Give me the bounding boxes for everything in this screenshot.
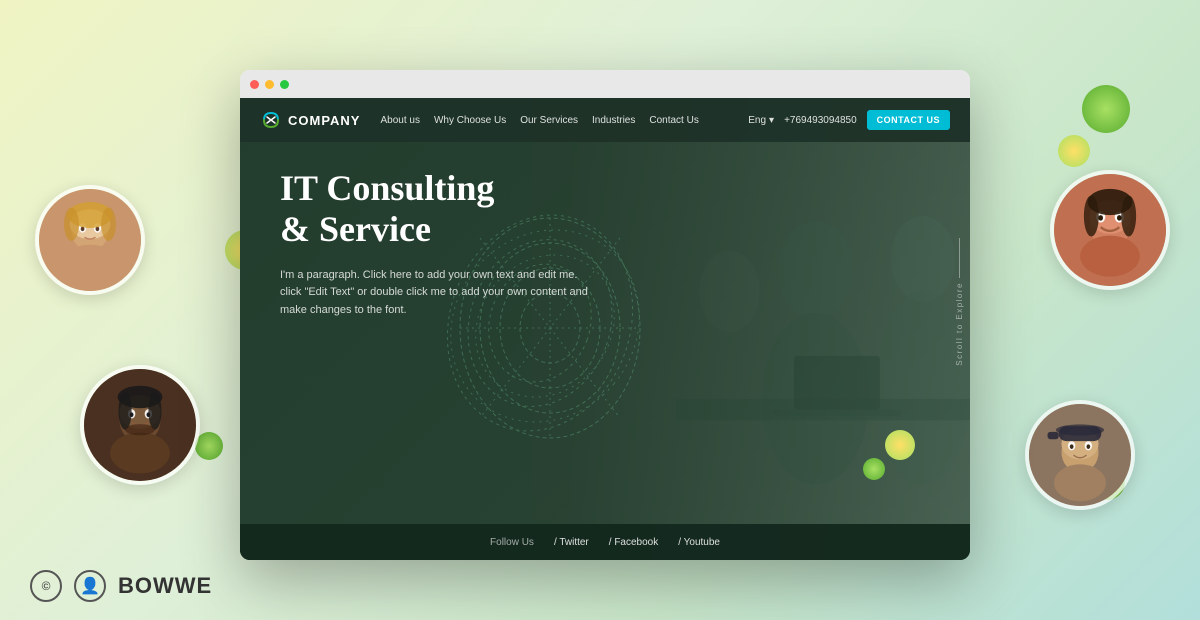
hero-title: IT Consulting & Service xyxy=(280,168,590,251)
person-icon: 👤 xyxy=(74,570,106,602)
avatar-bottom-right xyxy=(1025,400,1135,510)
footer-youtube[interactable]: / Youtube xyxy=(678,537,720,548)
avatar-face-bottom-left xyxy=(84,369,196,481)
decorative-blob-top-right xyxy=(1082,85,1130,133)
scroll-line xyxy=(959,238,960,278)
contact-us-button[interactable]: CONTACT US xyxy=(867,110,950,130)
decorative-blob-green-left-bottom xyxy=(195,432,223,460)
nav-right: Eng ▾ +769493094850 CONTACT US xyxy=(748,110,950,130)
footer-follow-label: Follow Us xyxy=(490,537,534,548)
browser-window: COMPANY About us Why Choose Us Our Servi… xyxy=(240,70,970,560)
scroll-indicator: Scroll to Explore xyxy=(955,238,964,366)
hero-paragraph: I'm a paragraph. Click here to add your … xyxy=(280,267,590,320)
nav-services[interactable]: Our Services xyxy=(520,115,578,126)
cc-icon: © xyxy=(30,570,62,602)
browser-dot-red[interactable] xyxy=(250,80,259,89)
nav-logo[interactable]: COMPANY xyxy=(260,109,360,131)
hero-section: COMPANY About us Why Choose Us Our Servi… xyxy=(240,98,970,560)
navbar: COMPANY About us Why Choose Us Our Servi… xyxy=(240,98,970,142)
nav-industries[interactable]: Industries xyxy=(592,115,635,126)
avatar-top-left xyxy=(35,185,145,295)
browser-chrome xyxy=(240,70,970,98)
decorative-blob-yellow-right xyxy=(1058,135,1090,167)
nav-links: About us Why Choose Us Our Services Indu… xyxy=(380,115,748,126)
company-name: COMPANY xyxy=(288,113,360,128)
hero-blob-1 xyxy=(885,430,915,460)
chevron-down-icon: ▾ xyxy=(769,115,774,126)
bottom-brand: © 👤 BOWWE xyxy=(30,570,212,602)
scroll-label: Scroll to Explore xyxy=(955,282,964,366)
avatar-bottom-left xyxy=(80,365,200,485)
hero-blob-2 xyxy=(863,458,885,480)
avatar-face-top-left xyxy=(39,189,141,291)
avatar-face-top-right xyxy=(1054,174,1166,286)
nav-why-choose[interactable]: Why Choose Us xyxy=(434,115,506,126)
nav-about[interactable]: About us xyxy=(380,115,419,126)
nav-phone: +769493094850 xyxy=(784,115,857,126)
footer-bar: Follow Us / Twitter / Facebook / Youtube xyxy=(240,524,970,560)
bowwe-brand-text: BOWWE xyxy=(118,573,212,599)
browser-dot-green[interactable] xyxy=(280,80,289,89)
avatar-face-bottom-right xyxy=(1029,404,1131,506)
browser-dot-yellow[interactable] xyxy=(265,80,274,89)
nav-contact[interactable]: Contact Us xyxy=(649,115,698,126)
nav-language[interactable]: Eng ▾ xyxy=(748,115,774,126)
hero-content: IT Consulting & Service I'm a paragraph.… xyxy=(280,168,590,320)
footer-twitter[interactable]: / Twitter xyxy=(554,537,589,548)
avatar-top-right xyxy=(1050,170,1170,290)
company-logo-icon xyxy=(260,109,282,131)
footer-facebook[interactable]: / Facebook xyxy=(609,537,658,548)
